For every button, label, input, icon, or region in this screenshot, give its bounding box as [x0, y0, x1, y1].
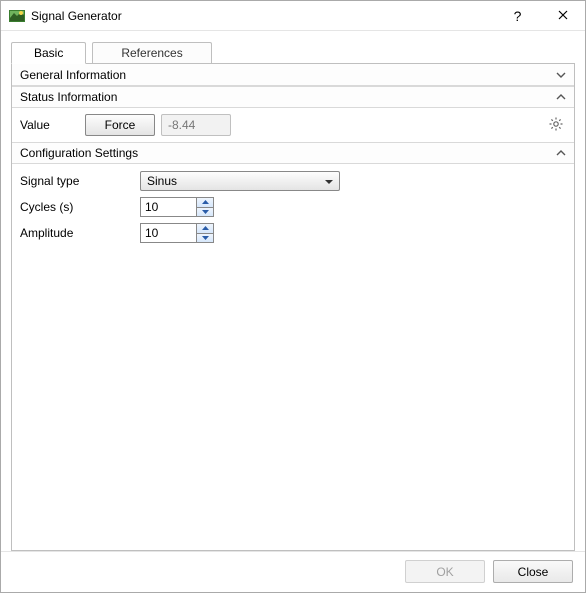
section-header-status[interactable]: Status Information	[12, 86, 574, 108]
section-title: Configuration Settings	[20, 146, 138, 160]
cycles-row: Cycles (s)	[20, 194, 566, 220]
cycles-decrement[interactable]	[197, 207, 213, 217]
amplitude-input[interactable]	[140, 223, 196, 243]
amplitude-decrement[interactable]	[197, 233, 213, 243]
close-button[interactable]: Close	[493, 560, 573, 583]
value-label: Value	[20, 118, 85, 132]
window-title: Signal Generator	[31, 9, 495, 23]
chevron-up-icon	[556, 148, 566, 158]
chevron-down-icon	[325, 174, 333, 188]
app-icon	[9, 8, 25, 24]
value-readout: -8.44	[161, 114, 231, 136]
cycles-increment[interactable]	[197, 198, 213, 207]
spinner-buttons	[196, 197, 214, 217]
amplitude-label: Amplitude	[20, 226, 140, 240]
section-body-status: Value Force -8.44	[12, 108, 574, 142]
signal-type-label: Signal type	[20, 174, 140, 188]
close-window-button[interactable]	[540, 1, 585, 31]
help-button[interactable]: ?	[495, 1, 540, 31]
value-row: Value Force -8.44	[20, 112, 566, 138]
section-title: Status Information	[20, 90, 117, 104]
tab-label: Basic	[34, 46, 63, 60]
tab-strip: Basic References	[11, 41, 575, 63]
cycles-input[interactable]	[140, 197, 196, 217]
spinner-buttons	[196, 223, 214, 243]
dialog-window: Signal Generator ? Basic References Gene…	[0, 0, 586, 593]
select-value: Sinus	[147, 174, 177, 188]
force-button[interactable]: Force	[85, 114, 155, 136]
tabs-container: Basic References General Information Sta…	[1, 31, 585, 551]
cycles-label: Cycles (s)	[20, 200, 140, 214]
amplitude-increment[interactable]	[197, 224, 213, 233]
tab-basic[interactable]: Basic	[11, 42, 86, 64]
settings-button[interactable]	[546, 115, 566, 135]
tab-references[interactable]: References	[92, 42, 211, 63]
amplitude-spinner	[140, 223, 214, 243]
section-title: General Information	[20, 68, 126, 82]
section-body-config: Signal type Sinus Cycles (s)	[12, 164, 574, 250]
chevron-up-icon	[556, 92, 566, 102]
ok-button[interactable]: OK	[405, 560, 485, 583]
help-icon: ?	[514, 8, 522, 24]
signal-type-row: Signal type Sinus	[20, 168, 566, 194]
close-icon	[558, 9, 568, 23]
titlebar: Signal Generator ?	[1, 1, 585, 31]
dialog-footer: OK Close	[1, 551, 585, 591]
section-header-general[interactable]: General Information	[12, 64, 574, 86]
amplitude-row: Amplitude	[20, 220, 566, 246]
tab-panel: General Information Status Information V…	[11, 63, 575, 551]
gear-icon	[548, 116, 564, 135]
signal-type-select[interactable]: Sinus	[140, 171, 340, 191]
chevron-down-icon	[556, 70, 566, 80]
section-header-config[interactable]: Configuration Settings	[12, 142, 574, 164]
cycles-spinner	[140, 197, 214, 217]
tab-label: References	[121, 46, 182, 60]
